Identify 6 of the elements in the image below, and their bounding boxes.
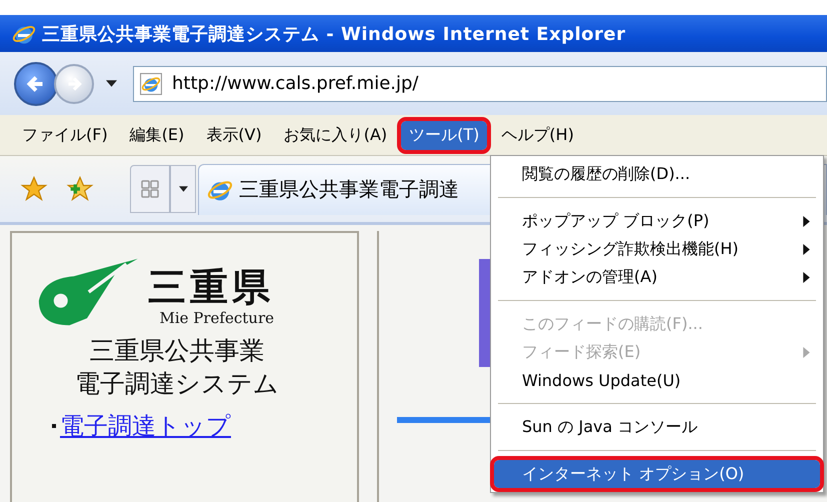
logo-subtitle: Mie Prefecture [159,309,274,327]
tab-title: 三重県公共事業電子調達 [239,176,459,203]
system-title: 三重県公共事業 [90,335,264,367]
system-title: 電子調達システム [75,368,279,400]
logo-name: 三重県 [148,267,274,309]
window-title: 三重県公共事業電子調達システム - Windows Internet Explorer [42,22,626,46]
